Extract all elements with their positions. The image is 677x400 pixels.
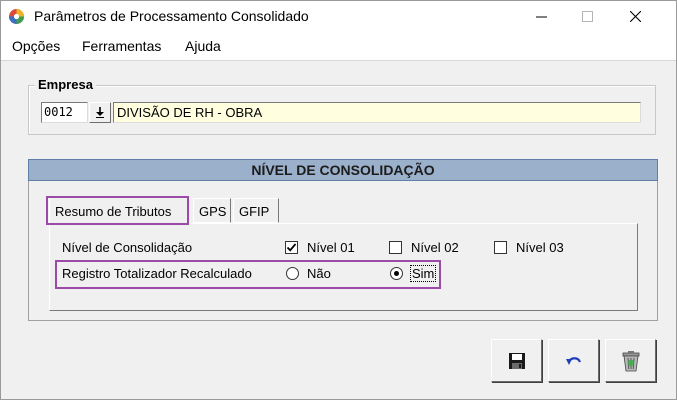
maximize-button[interactable] [564, 1, 610, 32]
tab-gps[interactable]: GPS [193, 198, 231, 223]
checkmark-icon [286, 243, 297, 252]
empresa-lookup-button[interactable] [89, 102, 111, 123]
empresa-name-field[interactable]: DIVISÃO DE RH - OBRA [113, 102, 641, 123]
app-icon [9, 9, 24, 24]
panel-header: NÍVEL DE CONSOLIDAÇÃO [28, 159, 658, 181]
window-title: Parâmetros de Processamento Consolidado [34, 8, 309, 24]
nivel-01-checkbox[interactable] [285, 241, 298, 254]
close-button[interactable] [612, 1, 658, 32]
title-bar: Parâmetros de Processamento Consolidado [1, 1, 676, 32]
minimize-icon [535, 16, 547, 18]
registro-sim-label[interactable]: Sim [409, 265, 437, 282]
minimize-button[interactable] [518, 1, 564, 32]
undo-icon [565, 356, 581, 365]
registro-nao-label[interactable]: Não [307, 266, 331, 281]
empresa-legend: Empresa [35, 77, 96, 92]
delete-button[interactable] [605, 339, 656, 382]
menu-opcoes[interactable]: Opções [12, 38, 60, 54]
delete-icon [622, 350, 639, 371]
registro-totalizador-label: Registro Totalizador Recalculado [62, 266, 252, 281]
registro-sim-radio[interactable] [390, 267, 403, 280]
nivel-consolidacao-label: Nível de Consolidação [62, 240, 193, 255]
tab-gfip[interactable]: GFIP [233, 198, 279, 223]
undo-button[interactable] [548, 339, 599, 382]
panel-header-title: NÍVEL DE CONSOLIDAÇÃO [251, 162, 435, 178]
empresa-code-field[interactable]: 0012 [41, 102, 88, 123]
tab-highlight [46, 196, 189, 225]
menu-ajuda[interactable]: Ajuda [185, 38, 221, 54]
app-window: Parâmetros de Processamento Consolidado … [0, 0, 677, 400]
maximize-icon [581, 11, 593, 22]
menu-divider [1, 60, 676, 61]
save-button[interactable] [491, 339, 542, 382]
nivel-03-checkbox[interactable] [494, 241, 507, 254]
nivel-02-label[interactable]: Nível 02 [411, 240, 459, 255]
nivel-02-checkbox[interactable] [389, 241, 402, 254]
nivel-01-label[interactable]: Nível 01 [307, 240, 355, 255]
close-icon [629, 11, 641, 22]
radio-selected-dot [394, 271, 399, 276]
save-icon [508, 352, 525, 369]
menu-ferramentas[interactable]: Ferramentas [82, 38, 161, 54]
down-arrow-icon [96, 107, 104, 118]
menu-bar: Opções Ferramentas Ajuda [1, 32, 676, 60]
registro-nao-radio[interactable] [286, 267, 299, 280]
nivel-03-label[interactable]: Nível 03 [516, 240, 564, 255]
